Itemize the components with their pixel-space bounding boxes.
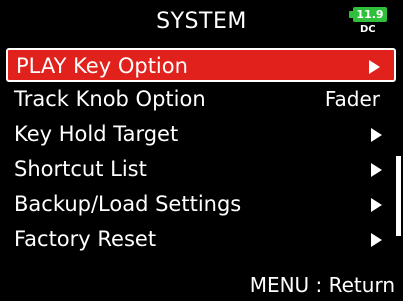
system-menu-screen: SYSTEM 11.9 DC PLAY Key Option Track Kno… <box>0 0 403 301</box>
menu-list: PLAY Key Option Track Knob Option Fader … <box>0 48 403 258</box>
power-source-label: DC <box>360 24 376 35</box>
menu-item-label: Factory Reset <box>14 227 157 251</box>
menu-item-label: Backup/Load Settings <box>14 192 242 216</box>
chevron-right-icon <box>371 163 382 177</box>
menu-item-label: Shortcut List <box>14 157 147 181</box>
menu-item-shortcut-list[interactable]: Shortcut List <box>6 153 396 187</box>
chevron-right-icon <box>371 233 382 247</box>
menu-item-factory-reset[interactable]: Factory Reset <box>6 223 396 257</box>
scrollbar[interactable] <box>396 156 401 236</box>
menu-item-value: Fader <box>324 87 380 111</box>
menu-item-label: Track Knob Option <box>14 87 206 111</box>
menu-item-label: Key Hold Target <box>14 122 179 146</box>
battery-indicator: 11.9 DC <box>349 5 393 41</box>
menu-item-backup-load-settings[interactable]: Backup/Load Settings <box>6 188 396 222</box>
menu-item-label: PLAY Key Option <box>16 54 188 78</box>
return-hint: MENU : Return <box>249 273 395 297</box>
header-bar: SYSTEM 11.9 DC <box>0 0 403 48</box>
chevron-right-icon <box>369 60 380 74</box>
menu-item-play-key-option[interactable]: PLAY Key Option <box>6 48 396 82</box>
chevron-right-icon <box>371 128 382 142</box>
menu-item-key-hold-target[interactable]: Key Hold Target <box>6 118 396 152</box>
battery-voltage: 11.9 <box>356 8 384 21</box>
page-title: SYSTEM <box>156 9 247 34</box>
menu-item-track-knob-option[interactable]: Track Knob Option Fader <box>6 83 396 117</box>
chevron-right-icon <box>371 198 382 212</box>
